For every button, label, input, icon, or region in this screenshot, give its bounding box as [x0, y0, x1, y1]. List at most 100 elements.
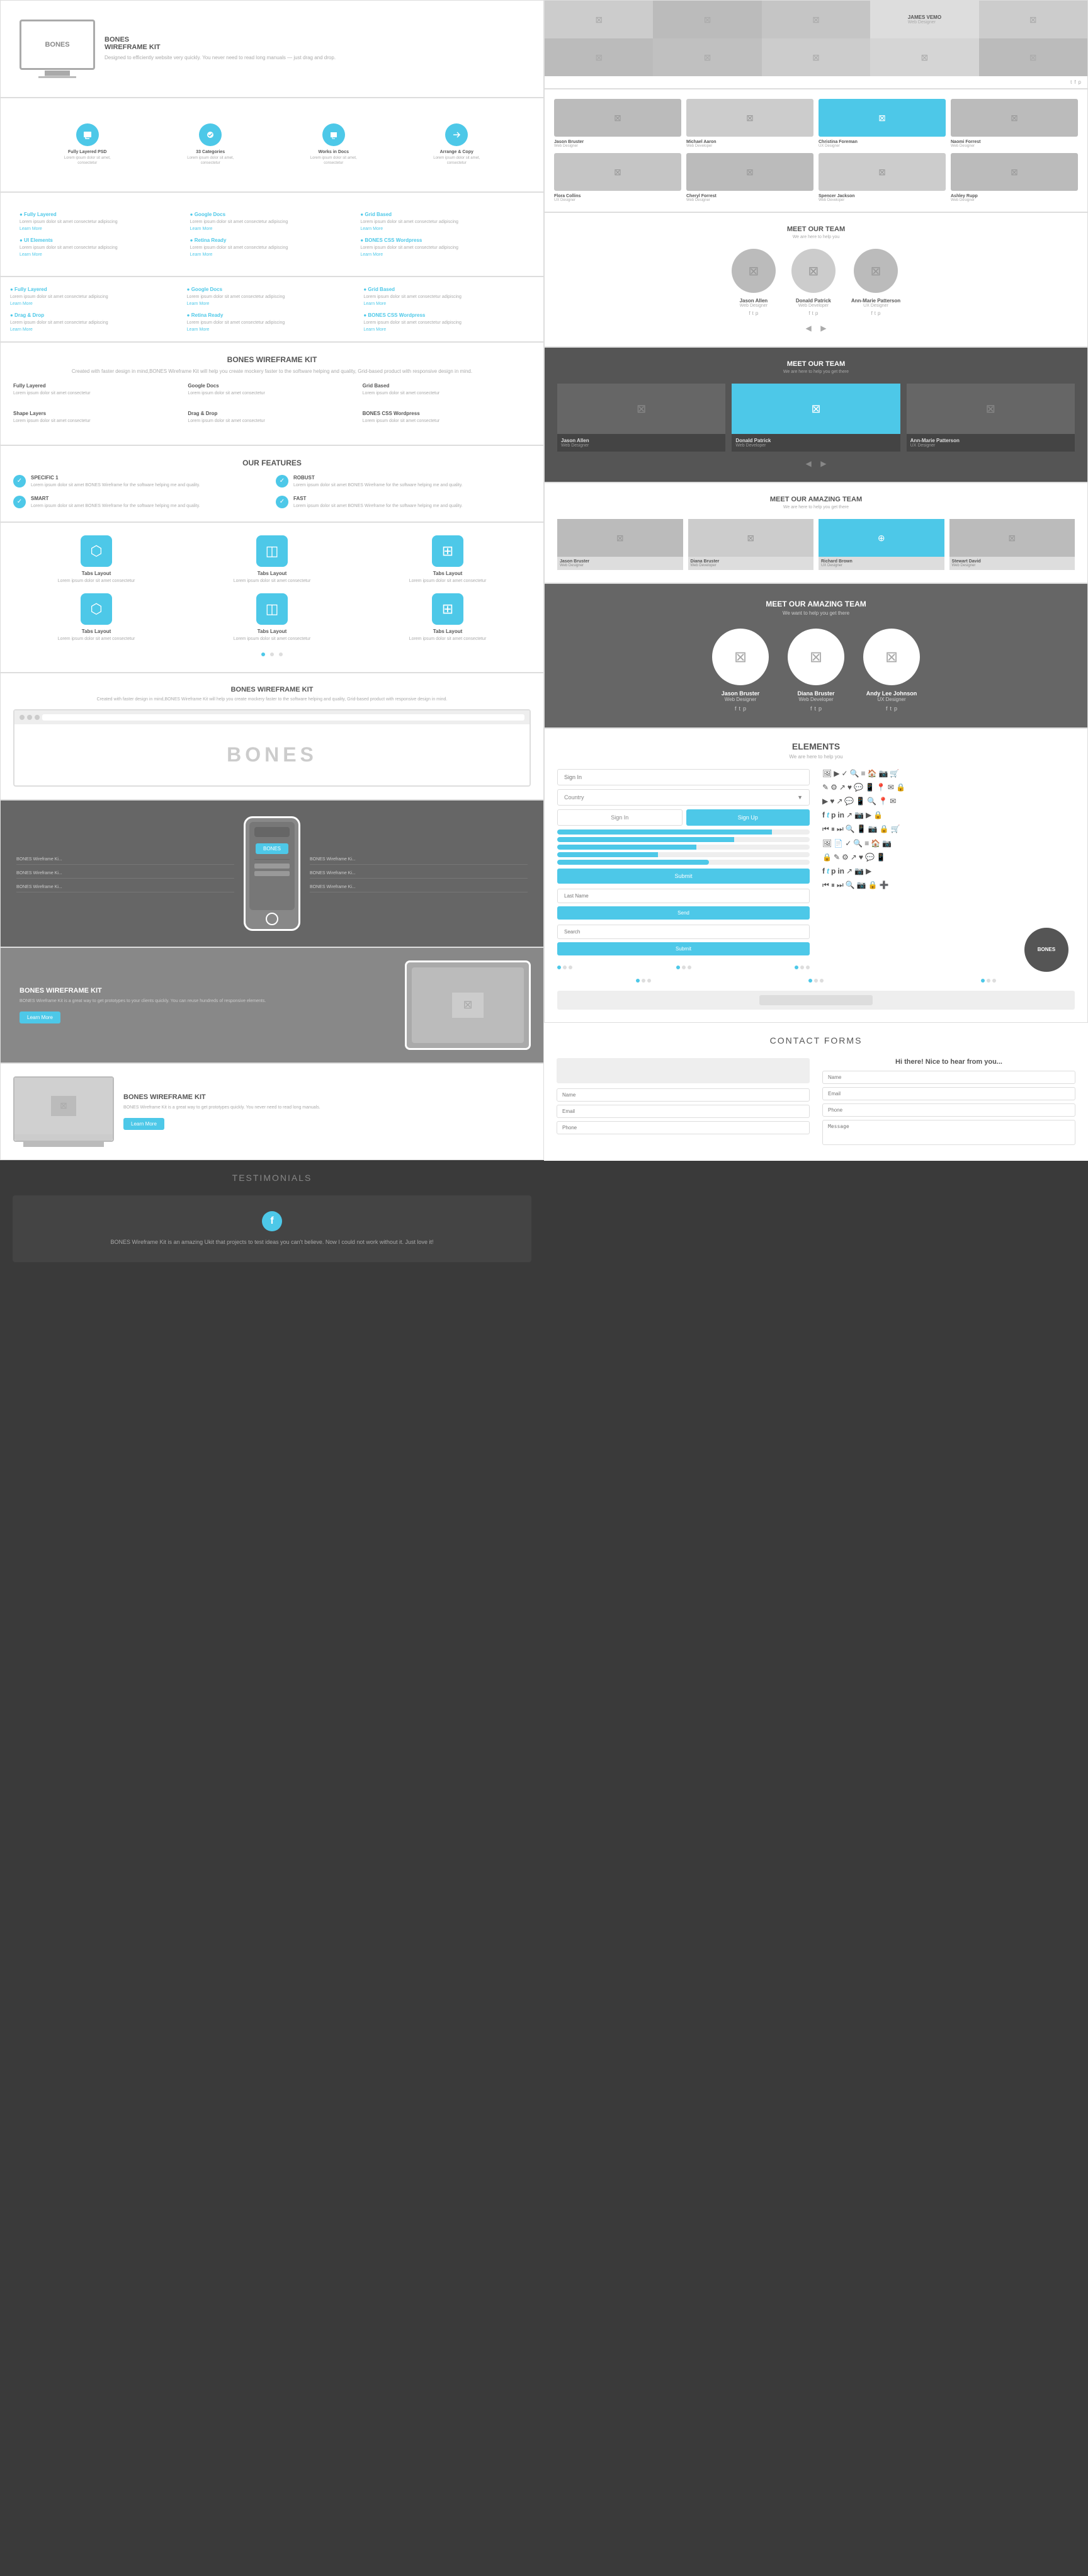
arrow-prev-1[interactable]: ◀: [806, 324, 812, 333]
cart-icon-1: 🛒: [890, 769, 899, 778]
phone-list-item-6: BONES Wireframe Ki...: [310, 882, 528, 892]
search-icon: 🔍: [850, 769, 859, 778]
sign-in-button[interactable]: Sign In: [557, 809, 683, 826]
nav-dot-2[interactable]: [270, 653, 274, 656]
camera-icon-5: 📷: [854, 867, 864, 875]
bnav-dot-3-2[interactable]: [987, 979, 990, 983]
page-dot-active-2[interactable]: [676, 966, 680, 969]
sign-up-button[interactable]: Sign Up: [686, 809, 810, 826]
tab-text-1: Lorem ipsum dolor sit amet consectetur: [13, 578, 179, 584]
panel-browser: BONES WIREFRAME KIT Created with faster …: [0, 673, 544, 800]
share-icon-3: ↗: [851, 853, 857, 862]
tab-icon-5: ◫: [256, 593, 288, 625]
circle-role-1: Web Designer: [732, 304, 776, 308]
nav-dot-3[interactable]: [279, 653, 283, 656]
browser-box: BONES: [13, 709, 531, 787]
phone-list-right: BONES Wireframe Ki... BONES Wireframe Ki…: [310, 855, 528, 892]
tab-grid: ⬡ Tabs Layout Lorem ipsum dolor sit amet…: [13, 535, 531, 642]
big-social-f-2: f: [810, 705, 812, 712]
laptop2-learn-more-button[interactable]: Learn More: [123, 1118, 164, 1130]
tab-icon-2: ◫: [256, 535, 288, 567]
hero-title: BONES WIREFRAME KIT: [105, 36, 336, 51]
right-panel-photo-grid: ⊠ ⊠ ⊠ JAMES VEMOWeb Designer ⊠ ⊠ ⊠ ⊠ ⊠ ⊠…: [544, 0, 1088, 89]
send-button[interactable]: Send: [557, 906, 810, 920]
search-input-elements[interactable]: [557, 925, 810, 939]
share-icon-2: ↗: [836, 797, 842, 806]
last-name-input[interactable]: [557, 889, 810, 903]
team-role-3: UX Designer: [819, 144, 946, 148]
phone-cta-button[interactable]: BONES: [256, 843, 288, 854]
team-member-2: ⊠ Michael Aaron Web Developer: [686, 99, 813, 148]
circle-avatar-3: ⊠: [854, 249, 898, 293]
page-dot-active-1[interactable]: [557, 966, 561, 969]
page-dot-2-2[interactable]: [682, 966, 686, 969]
bnav-dot-1-3[interactable]: [647, 979, 651, 983]
dark-arrow-next[interactable]: ▶: [820, 459, 826, 468]
feature-check-title-1: SPECIFIC 1: [31, 475, 200, 481]
dark-team-role-2: Web Developer: [735, 443, 896, 448]
page-dot-3-3[interactable]: [806, 966, 810, 969]
nav-dot-1[interactable]: [261, 653, 265, 656]
phone-home-button[interactable]: [266, 913, 278, 925]
bnav-dot-3-3[interactable]: [992, 979, 996, 983]
page-dot-3-2[interactable]: [800, 966, 804, 969]
tab-text-4: Lorem ipsum dolor sit amet consectetur: [13, 636, 179, 642]
bnav-dot-1-active[interactable]: [636, 979, 640, 983]
bnav-dot-2-3[interactable]: [820, 979, 824, 983]
progress-bar-4: [557, 852, 810, 857]
dark-arrow-prev[interactable]: ◀: [806, 459, 812, 468]
feature-desc-3: Lorem ipsum dolor sit amet, consectetur: [309, 156, 359, 166]
bottom-bar-input[interactable]: [759, 995, 873, 1005]
bones-grid-item-2: Google DocsLorem ipsum dolor sit amet co…: [188, 383, 356, 404]
camera-icon-3: 📷: [868, 824, 878, 834]
team-role-7: Web Developer: [819, 198, 946, 202]
dark-team-img-1: ⊠: [557, 384, 725, 434]
page-dot-2-3[interactable]: [688, 966, 691, 969]
big-circle-role-1: Web Designer: [712, 697, 769, 702]
feature-item-1: Fully Layered PSD Lorem ipsum dolor sit …: [62, 123, 113, 166]
contact-phone-2[interactable]: [822, 1103, 1075, 1117]
amazing-name-1: Jason Bruster: [560, 559, 681, 564]
feature-check-text-2: Lorem ipsum dolor sit amet BONES Wirefra…: [293, 482, 463, 488]
page-dot-1-3[interactable]: [569, 966, 572, 969]
page-dot-active-3[interactable]: [795, 966, 798, 969]
check-icon-2: ✓: [845, 839, 851, 848]
bnav-dot-3-active[interactable]: [981, 979, 985, 983]
bnav-dot-2-active[interactable]: [808, 979, 812, 983]
amazing-team-card-2: ⊠ Diana BrusterWeb Developer: [688, 519, 814, 570]
tablet-learn-more-button[interactable]: Learn More: [20, 1012, 60, 1023]
contact-name-input[interactable]: [557, 1088, 810, 1102]
mobile-icon-2: 📱: [856, 797, 865, 806]
sign-in-input[interactable]: [557, 769, 810, 785]
right-panel-team-2x4: ⊠ Jason Bruster Web Designer ⊠ Michael A…: [544, 89, 1088, 212]
big-social-p-1: p: [743, 705, 746, 712]
phone-list-item-1: BONES Wireframe Ki...: [16, 855, 234, 865]
contact-email-2[interactable]: [822, 1087, 1075, 1100]
meet-team-title-1: MEET OUR TEAM: [557, 225, 1075, 233]
browser-url-bar[interactable]: [42, 714, 524, 721]
bnav-dot-2-2[interactable]: [814, 979, 818, 983]
bnav-dot-1-2[interactable]: [642, 979, 645, 983]
laptop-text-2: BONES WIREFRAME KIT BONES Wireframe Kit …: [123, 1093, 531, 1130]
testimonial-box: f BONES Wireframe Kit is an amazing Ukit…: [13, 1195, 531, 1262]
team-member-7: ⊠ Spencer Jackson Web Developer: [819, 153, 946, 202]
contact-email-input[interactable]: [557, 1105, 810, 1118]
browser-bar: [14, 710, 530, 724]
submit-button-2[interactable]: Submit: [557, 942, 810, 955]
contact-phone-input[interactable]: [557, 1121, 810, 1134]
country-select[interactable]: Country ▼: [557, 789, 810, 806]
contact-name-2[interactable]: [822, 1071, 1075, 1084]
sign-in-up-row: Sign In Sign Up: [557, 809, 810, 826]
feature-icon-3: [322, 123, 345, 146]
grid-item-6: ● BONES CSS WordpressLorem ipsum dolor s…: [360, 237, 524, 257]
skip-forward-icon-2: ⏭: [837, 881, 844, 890]
skip-back-icon-2: ⏮: [822, 881, 829, 890]
arrow-next-1[interactable]: ▶: [820, 324, 826, 333]
page-dot-1-2[interactable]: [563, 966, 567, 969]
dark-team-role-1: Web Designer: [561, 443, 722, 448]
phone-list-left: BONES Wireframe Ki... BONES Wireframe Ki…: [16, 855, 234, 892]
pause-icon: ⏸: [831, 824, 835, 834]
team-member-1: ⊠ Jason Bruster Web Designer: [554, 99, 681, 148]
contact-message-2[interactable]: [822, 1120, 1075, 1145]
submit-button-1[interactable]: Submit: [557, 869, 810, 884]
